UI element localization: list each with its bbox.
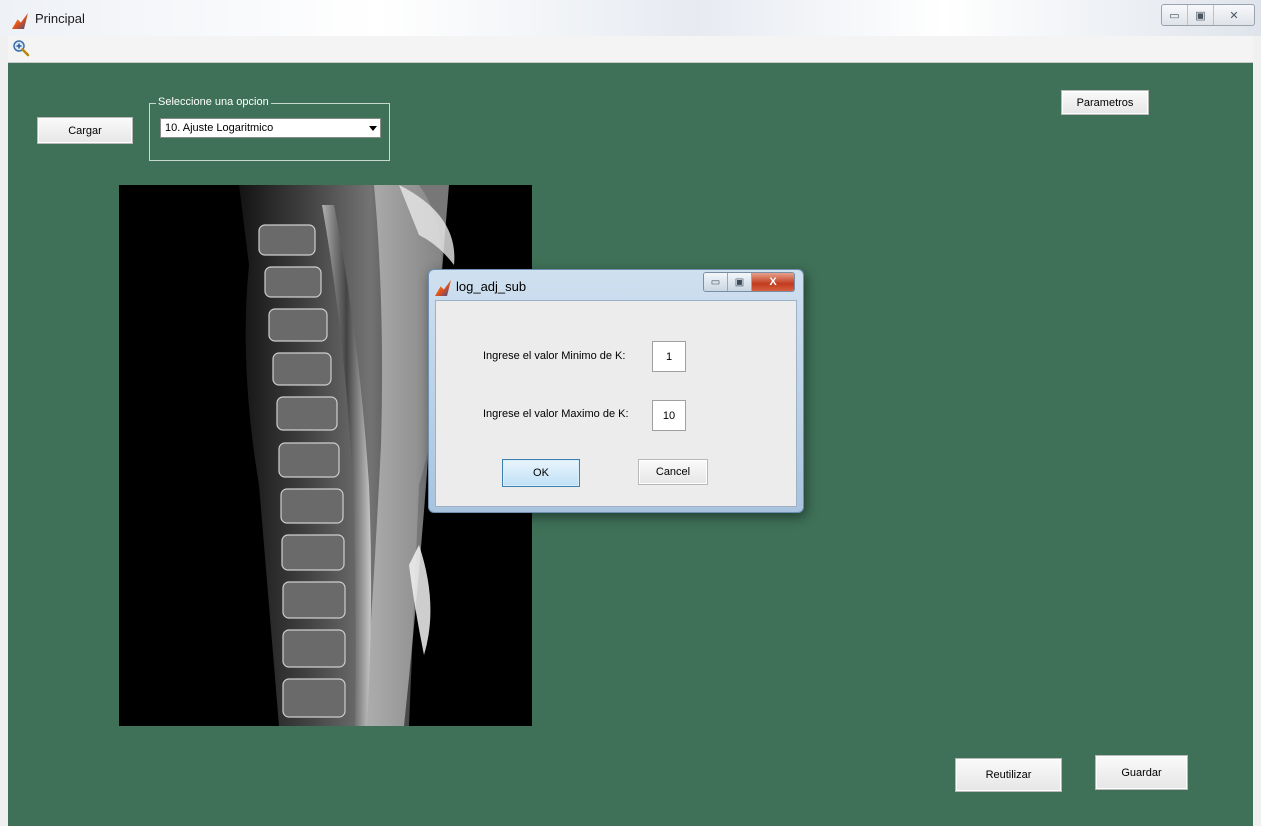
window-title-bar: Principal ▭ ▣ ✕ xyxy=(0,0,1261,36)
close-button[interactable]: ✕ xyxy=(1214,5,1254,25)
matlab-icon xyxy=(435,280,451,296)
load-button[interactable]: Cargar xyxy=(37,117,133,144)
max-k-label: Ingrese el valor Maximo de K: xyxy=(483,408,629,420)
reuse-button[interactable]: Reutilizar xyxy=(955,758,1062,792)
dialog-minimize-button[interactable]: ▭ xyxy=(704,273,728,291)
save-button[interactable]: Guardar xyxy=(1095,755,1188,790)
log-adj-dialog: log_adj_sub ▭ ▣ X Ingrese el valor Minim… xyxy=(428,269,804,513)
figure-toolbar xyxy=(8,36,1253,63)
window-title: Principal xyxy=(35,11,85,26)
cancel-button[interactable]: Cancel xyxy=(638,459,708,485)
window-caption-buttons: ▭ ▣ ✕ xyxy=(1161,4,1255,26)
parameters-button[interactable]: Parametros xyxy=(1061,90,1149,115)
ok-button[interactable]: OK xyxy=(502,459,580,487)
dialog-close-button[interactable]: X xyxy=(752,273,794,291)
matlab-icon xyxy=(12,13,28,29)
dialog-title: log_adj_sub xyxy=(456,279,527,294)
dialog-maximize-button[interactable]: ▣ xyxy=(728,273,752,291)
option-panel: Seleccione una opcion 10. Ajuste Logarit… xyxy=(149,96,390,161)
maximize-button[interactable]: ▣ xyxy=(1188,5,1214,25)
max-k-input[interactable]: 10 xyxy=(652,400,686,431)
min-k-label: Ingrese el valor Minimo de K: xyxy=(483,350,626,362)
option-panel-title: Seleccione una opcion xyxy=(156,96,271,108)
minimize-button[interactable]: ▭ xyxy=(1162,5,1188,25)
option-select[interactable]: 10. Ajuste Logaritmico xyxy=(160,118,381,138)
chevron-down-icon xyxy=(369,126,377,131)
min-k-input[interactable]: 1 xyxy=(652,341,686,372)
dialog-caption-buttons: ▭ ▣ X xyxy=(703,272,795,292)
option-select-value: 10. Ajuste Logaritmico xyxy=(165,122,274,134)
zoom-in-icon[interactable] xyxy=(12,39,30,57)
dialog-body: Ingrese el valor Minimo de K: 1 Ingrese … xyxy=(435,300,797,507)
